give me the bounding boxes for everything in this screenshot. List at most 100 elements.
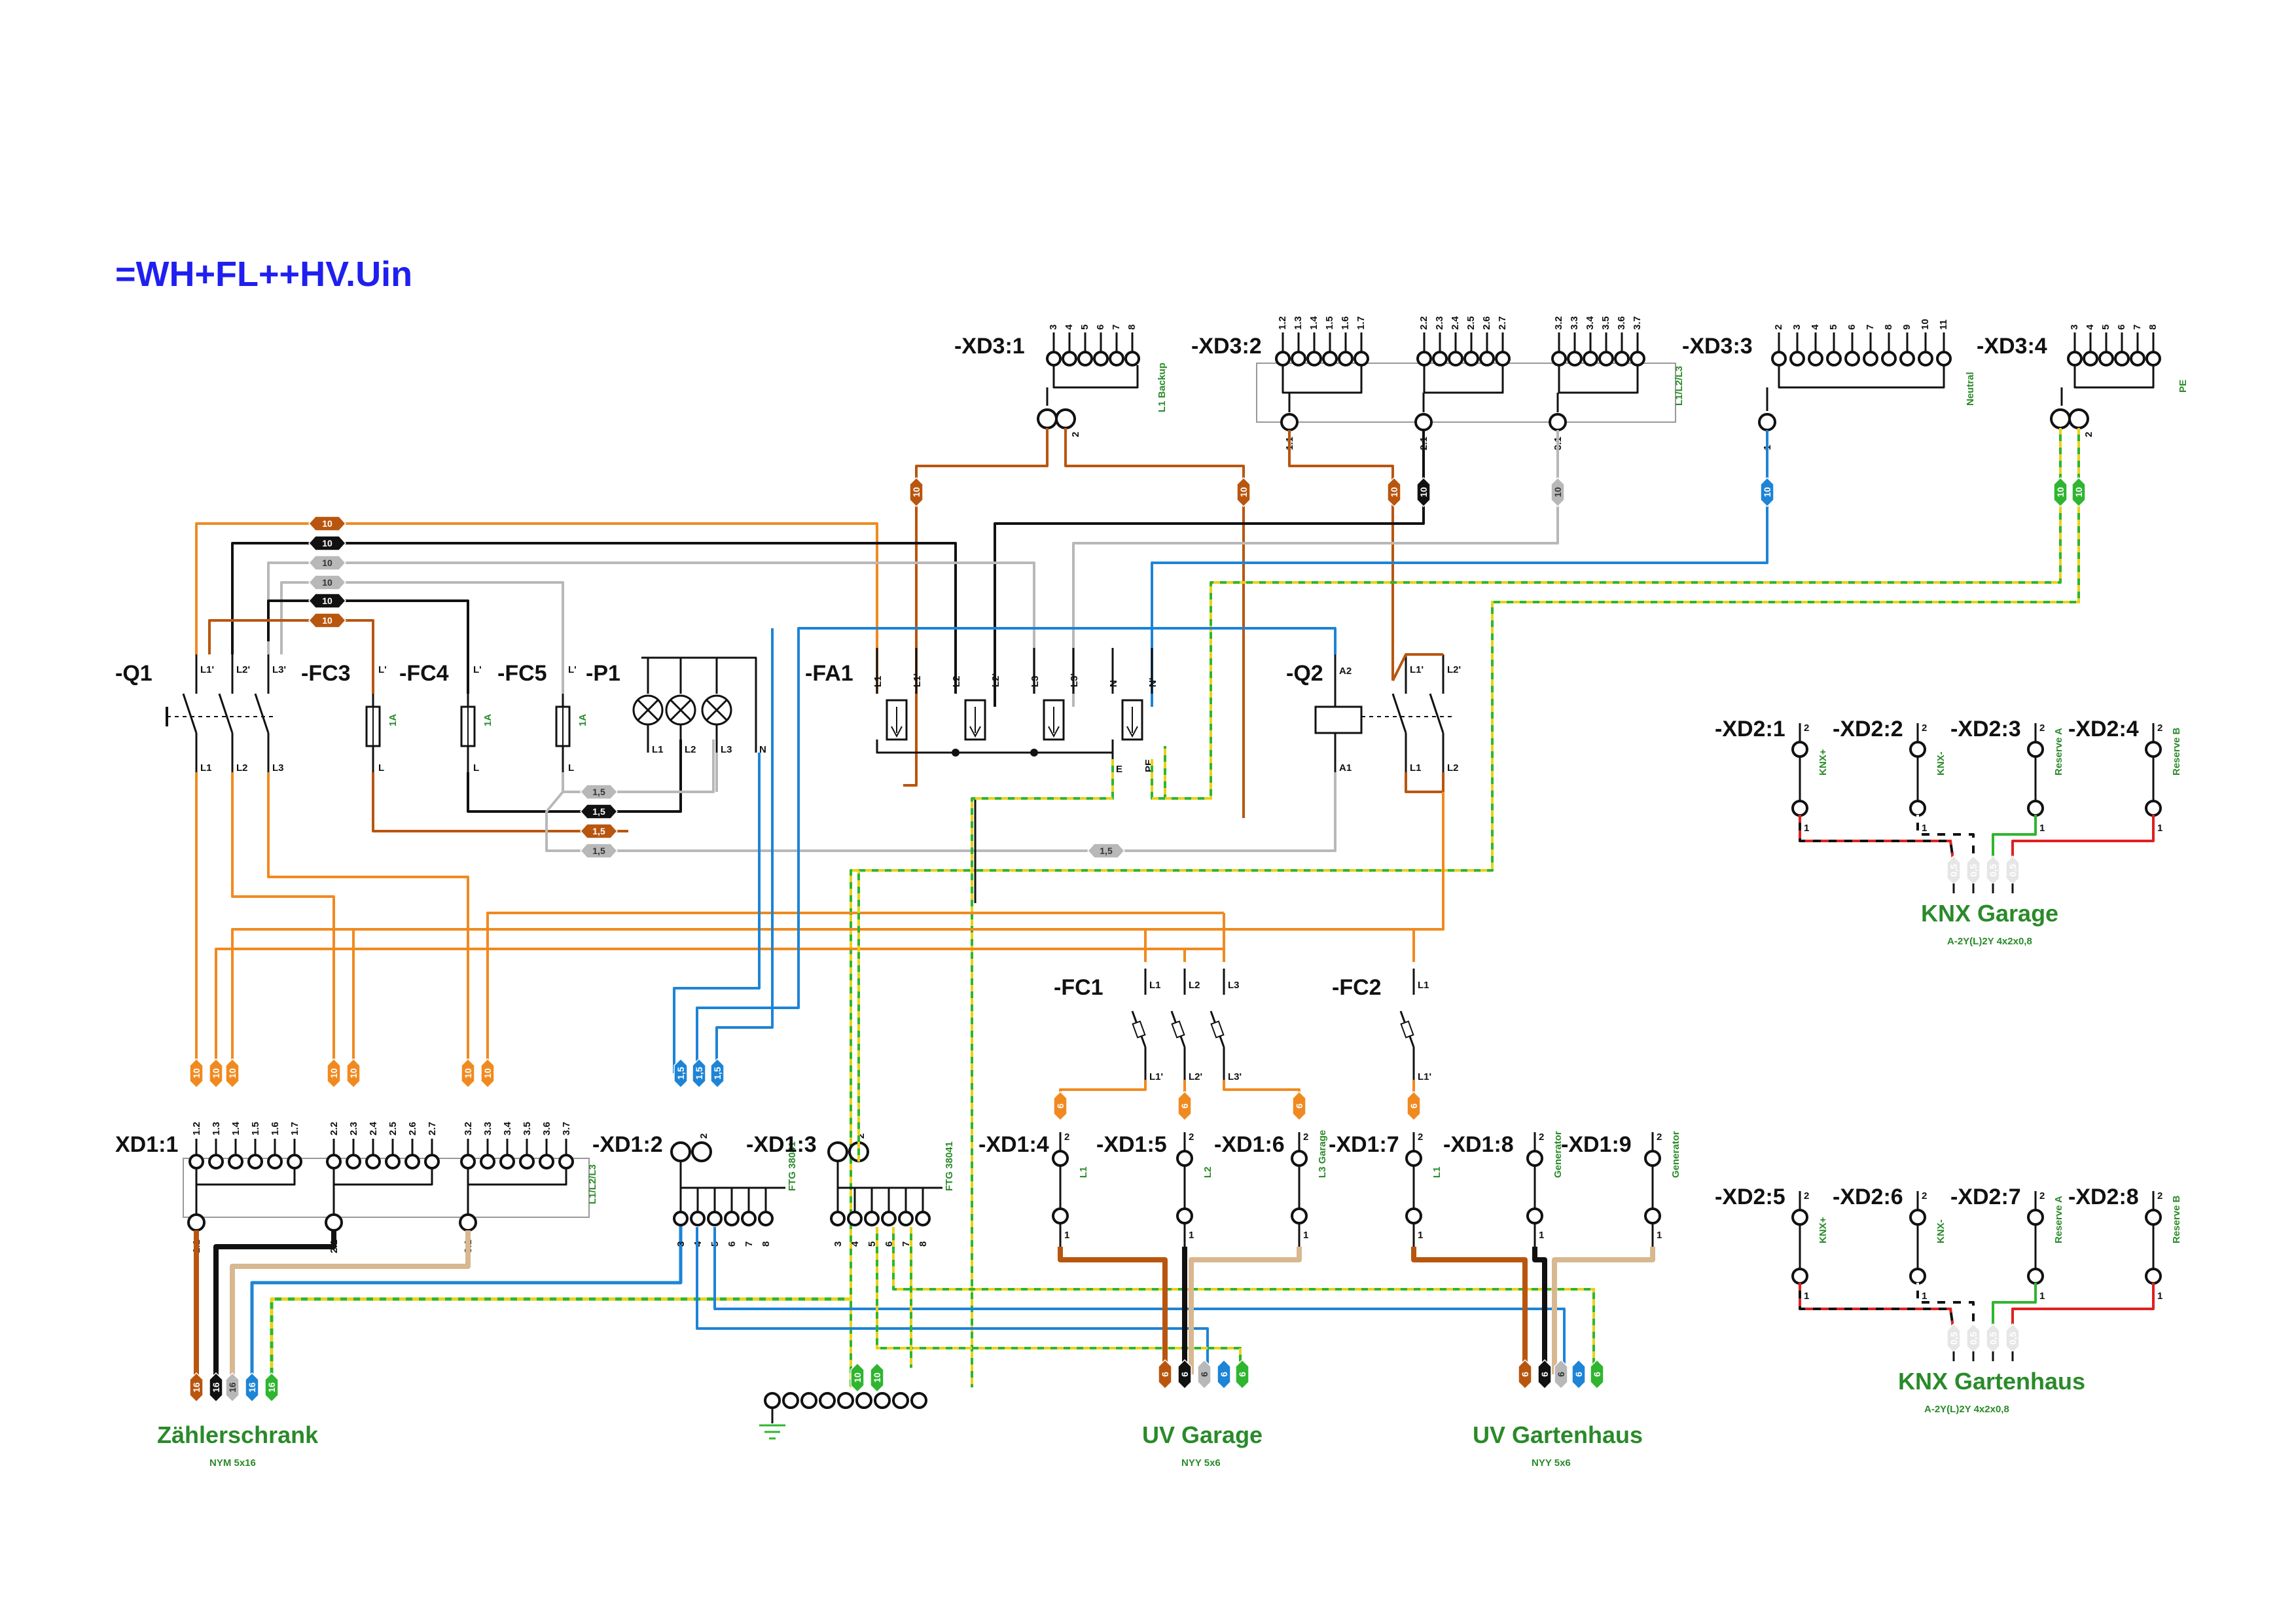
pin-label: 3.4	[1585, 315, 1596, 330]
bridge-terminal	[1448, 351, 1463, 366]
pin-label: 2	[1922, 1190, 1927, 1202]
wire-marker: 10	[2053, 476, 2068, 508]
pe-wire-stripe	[270, 1297, 851, 1387]
wire-marker: 0,5	[1986, 855, 2000, 886]
cable-name: KNX Garage	[1921, 900, 2058, 927]
wire-marker-label: 0,5	[1988, 864, 1998, 877]
pin-label: 2	[2083, 432, 2094, 437]
pin-label: 2.2	[1418, 316, 1429, 330]
terminal-top	[2027, 741, 2044, 758]
xd1-2-label: -XD1:2	[592, 1132, 663, 1157]
wire-marker-label: 10	[1418, 487, 1429, 497]
pin-label: 6	[726, 1241, 738, 1247]
bridge-terminal	[385, 1154, 401, 1169]
bridge-terminal	[1322, 351, 1338, 366]
wire-marker: 10	[480, 1058, 495, 1089]
pin-label: 1	[1189, 1230, 1194, 1241]
bridge-terminal	[2098, 351, 2114, 366]
pin-label: 4	[1064, 324, 1075, 330]
pin-label: L2'	[990, 673, 1001, 687]
cable-name: KNX Gartenhaus	[1898, 1368, 2085, 1395]
pin-label: 11	[1938, 319, 1949, 330]
bridge-terminal	[2145, 351, 2161, 366]
wire-marker-label: 6	[1556, 1372, 1566, 1377]
fuse-rating: 1A	[482, 714, 493, 726]
pin-label: 3	[1048, 325, 1059, 330]
main-terminal	[1055, 408, 1076, 429]
pin-label: 1.5	[1324, 316, 1335, 330]
pin-label: A1	[1339, 762, 1352, 774]
pin-label: L'	[568, 664, 577, 675]
main-terminal	[670, 1141, 691, 1162]
p1-label: -P1	[586, 661, 620, 686]
terminal-top	[1644, 1150, 1661, 1167]
wire-marker-label: 10	[2073, 487, 2084, 497]
wire-marker: 6	[1518, 1359, 1532, 1390]
wire-marker: 6	[1571, 1359, 1586, 1390]
wire-marker-label: 10	[348, 1068, 359, 1079]
knx-terminal-label: -XD2:4	[2068, 717, 2139, 741]
pin-label: 8	[1126, 325, 1138, 330]
breaker-icon	[1400, 1020, 1414, 1039]
bridge-bus	[1052, 365, 1139, 389]
terminal-bottom	[1291, 1207, 1308, 1224]
pin-label: 8	[761, 1241, 772, 1247]
bridge-terminal	[881, 1211, 897, 1226]
wire-marker-label: 10	[322, 558, 332, 568]
bridge-terminal	[830, 1211, 846, 1226]
terminal-bottom	[1791, 1268, 1808, 1285]
wire-marker-label: 6	[1179, 1372, 1190, 1377]
junction-dot	[1030, 749, 1038, 757]
wire-marker-label: 0,5	[1948, 864, 1959, 877]
wire-marker: 1,5	[710, 1058, 725, 1089]
wire-marker-label: 10	[211, 1068, 221, 1079]
wire-marker: 0,5	[1946, 855, 1961, 886]
pin-label: L1	[872, 675, 884, 687]
bridge-terminal	[1630, 351, 1645, 366]
terminal-note: Reserve B	[2171, 727, 2182, 776]
xd3-1-label: -XD3:1	[954, 334, 1025, 359]
wire-marker: 10	[308, 555, 347, 571]
wire-marker: 0,5	[1966, 1323, 1981, 1354]
knx-wire	[1992, 815, 2037, 864]
main-terminal	[691, 1141, 712, 1162]
wire-marker-label: 16	[211, 1382, 221, 1393]
xd1-terminal-label: -XD1:4	[978, 1132, 1049, 1157]
pin-label: 2.3	[1434, 316, 1445, 330]
cable-core	[1552, 1247, 1655, 1374]
knx-wire	[1799, 1283, 1955, 1332]
bridge-terminal	[1338, 351, 1354, 366]
wire-marker-label: 10	[329, 1068, 339, 1079]
bridge-bus	[1778, 365, 1945, 389]
bridge-terminal	[1844, 351, 1860, 366]
pin-label: 2	[1773, 325, 1784, 330]
wire-marker-label: 16	[266, 1382, 277, 1393]
fa1-earth	[974, 740, 1114, 903]
wire-marker-label: 6	[1294, 1103, 1304, 1109]
wire-marker-label: 6	[1520, 1372, 1530, 1377]
q2-label: -Q2	[1286, 661, 1323, 686]
pe-wire	[892, 1227, 1595, 1374]
terminal-top	[1405, 1150, 1422, 1167]
bridge-terminal	[1124, 351, 1140, 366]
wire-marker: 10	[1551, 476, 1565, 508]
terminal-top	[2145, 741, 2162, 758]
terminal-top	[1176, 1150, 1193, 1167]
bridge-terminal	[915, 1211, 931, 1226]
wire-marker-label: 10	[322, 538, 332, 548]
bridge-bus	[195, 1168, 296, 1186]
wire-marker-label: 0,5	[2007, 1332, 2018, 1345]
pin-label: 2.5	[1465, 316, 1477, 330]
wire-marker: 10	[209, 1058, 223, 1089]
pin-label: L3	[1228, 980, 1240, 991]
xd3-1-note: L1 Backup	[1157, 363, 1168, 412]
wire-marker-label: 10	[227, 1068, 238, 1079]
terminal-bottom	[1176, 1207, 1193, 1224]
terminal-top	[1291, 1150, 1308, 1167]
cable-core	[1411, 1247, 1528, 1374]
bridge-terminal	[1881, 351, 1897, 366]
wire-marker: 0,5	[2005, 855, 2020, 886]
bridge-terminal	[1789, 351, 1805, 366]
pin-label: 1.5	[250, 1122, 261, 1135]
xd1-terminal-label: -XD1:6	[1214, 1132, 1285, 1157]
